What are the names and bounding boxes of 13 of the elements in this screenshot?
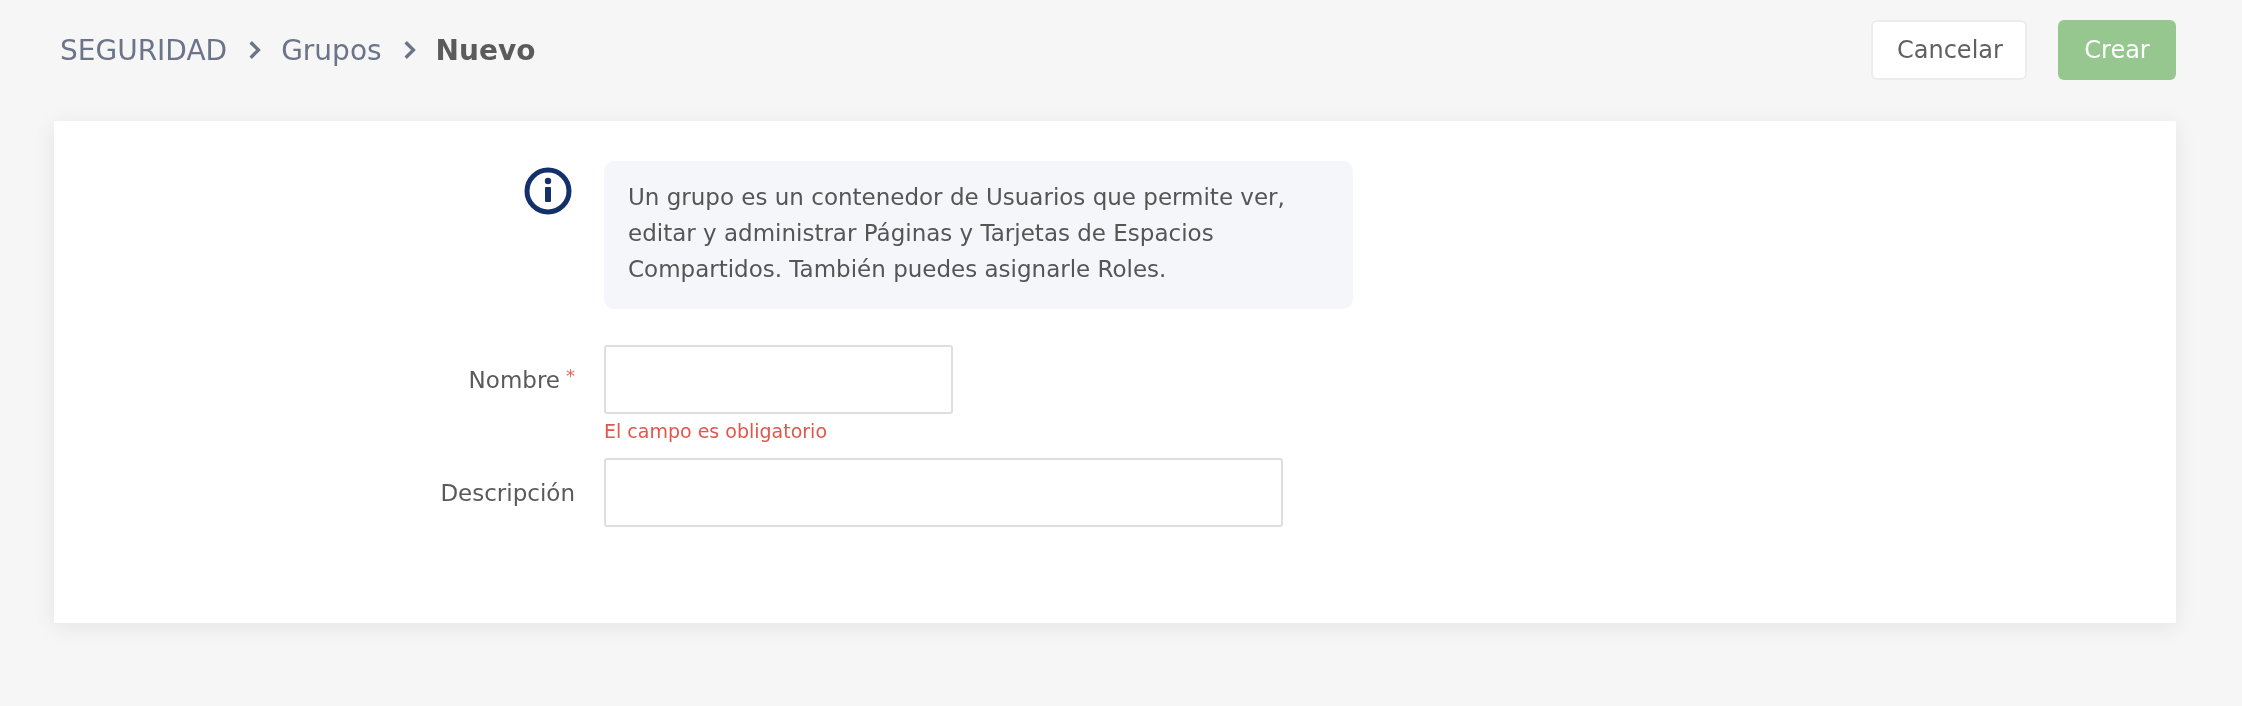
cancel-button[interactable]: Cancelar	[1871, 20, 2027, 80]
field-label: Descripción	[440, 479, 575, 506]
input-field[interactable]	[604, 345, 953, 414]
chevron-right-icon	[247, 40, 262, 60]
info-message: Un grupo es un contenedor de Usuarios que permite ver, editar y administrar Páginas y Tarjetas de Espacios Compartidos. También puedes asignarle Roles.	[604, 161, 1353, 309]
error-message: El campo es obligatorio	[604, 420, 828, 442]
breadcrumb-link[interactable]: SEGURIDAD	[60, 33, 228, 67]
breadcrumb-current: Nuevo	[435, 33, 536, 67]
required-mark: *	[566, 365, 575, 386]
breadcrumb-link[interactable]: Grupos	[281, 33, 382, 67]
info-icon	[523, 166, 573, 216]
field-label: Nombre	[468, 366, 560, 393]
input-field[interactable]	[604, 458, 1283, 527]
